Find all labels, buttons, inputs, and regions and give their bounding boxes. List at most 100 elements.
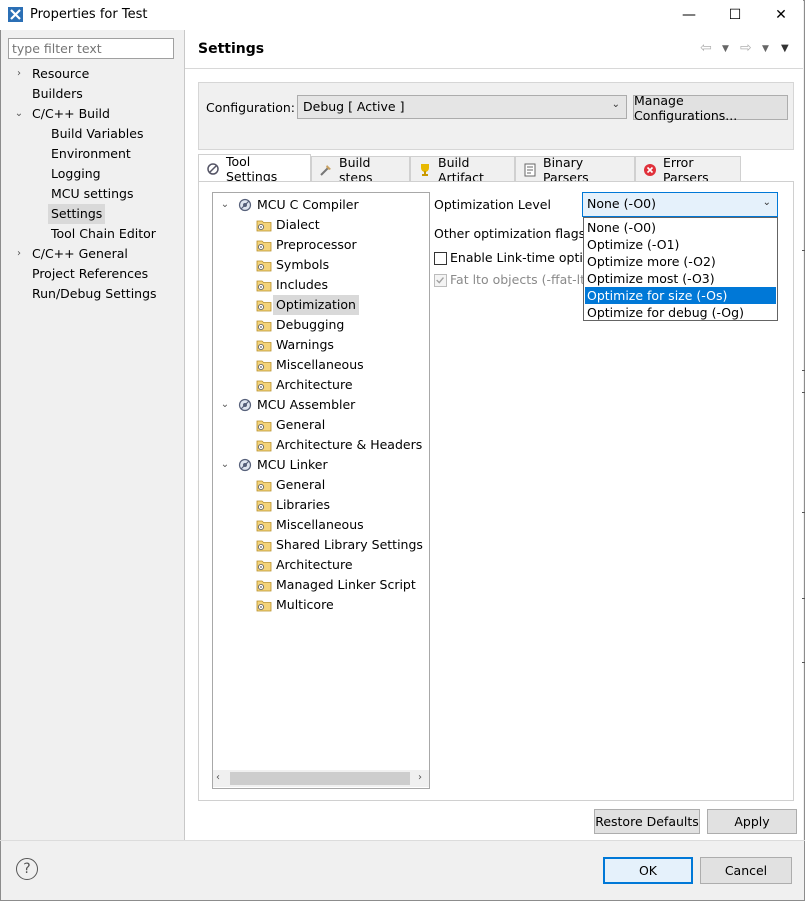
close-button[interactable]: ✕ [759, 0, 803, 30]
chevron-down-icon[interactable]: ⌄ [14, 104, 24, 124]
nav-item[interactable]: › C/C++ General [0, 244, 184, 264]
nav-item[interactable]: Settings [0, 204, 184, 224]
trophy-icon [417, 162, 433, 178]
dropdown-option[interactable]: Optimize most (-O3) [585, 270, 776, 287]
folder-settings-icon [256, 417, 272, 433]
tool-tree-item[interactable]: ⌄ MCU Linker [213, 455, 429, 475]
nav-item-label: Environment [51, 146, 131, 161]
manage-configurations-button[interactable]: Manage Configurations... [633, 93, 788, 123]
tool-tree-item[interactable]: Miscellaneous [213, 515, 429, 535]
tool-tree-label: Miscellaneous [276, 517, 364, 532]
ok-button[interactable]: OK [603, 857, 693, 884]
tool-tree-label: Architecture [276, 377, 353, 392]
dropdown-option[interactable]: Optimize for debug (-Og) [585, 304, 776, 321]
scroll-right-icon[interactable]: › [418, 772, 422, 783]
chevron-right-icon[interactable]: › [14, 64, 24, 84]
folder-settings-icon [256, 337, 272, 353]
nav-item[interactable]: MCU settings [0, 184, 184, 204]
tool-tree-item[interactable]: Architecture & Headers [213, 435, 429, 455]
tool-tree-item[interactable]: General [213, 475, 429, 495]
forward-arrow-icon[interactable]: ⇨ [740, 40, 752, 56]
nav-item[interactable]: Tool Chain Editor [0, 224, 184, 244]
tool-tree-label: MCU Assembler [257, 397, 356, 412]
back-menu-icon[interactable]: ▼ [722, 44, 729, 54]
scrollbar-thumb[interactable] [230, 772, 410, 785]
tool-tree-item[interactable]: Warnings [213, 335, 429, 355]
tool-tree-item[interactable]: General [213, 415, 429, 435]
view-menu-icon[interactable]: ▼ [781, 43, 789, 54]
chevron-down-icon[interactable]: ⌄ [220, 455, 230, 475]
tool-tree-item[interactable]: Miscellaneous [213, 355, 429, 375]
cancel-button[interactable]: Cancel [700, 857, 792, 884]
lto-label: Enable Link-time optim [450, 250, 583, 265]
tool-tree-item[interactable]: Includes [213, 275, 429, 295]
tool-tree-item[interactable]: Multicore [213, 595, 429, 615]
scroll-left-icon[interactable]: ‹ [216, 772, 220, 783]
nav-item-label: MCU settings [51, 186, 134, 201]
nav-item[interactable]: ⌄ C/C++ Build [0, 104, 184, 124]
optimization-level-dropdown: None (-O0) Optimize (-O1) Optimize more (-… [583, 217, 778, 321]
nav-item-label: C/C++ Build [32, 106, 110, 121]
tool-tree-item[interactable]: Dialect [213, 215, 429, 235]
help-icon[interactable]: ? [16, 858, 38, 880]
tool-tree-item[interactable]: Libraries [213, 495, 429, 515]
maximize-button[interactable]: ☐ [713, 0, 757, 30]
nav-item[interactable]: Run/Debug Settings [0, 284, 184, 304]
optimization-level-select[interactable]: None (-O0) ⌄ [582, 192, 778, 217]
maximize-icon: ☐ [728, 7, 742, 23]
tool-tree-item[interactable]: Preprocessor [213, 235, 429, 255]
dropdown-option[interactable]: Optimize more (-O2) [585, 253, 776, 270]
folder-settings-icon [256, 597, 272, 613]
dropdown-option[interactable]: Optimize for size (-Os) [585, 287, 776, 304]
nav-item[interactable]: Builders [0, 84, 184, 104]
optimization-level-value: None (-O0) [587, 196, 656, 211]
configuration-select[interactable]: Debug [ Active ] ⌄ [297, 95, 627, 119]
lto-checkbox[interactable] [434, 252, 447, 265]
tool-tree-item[interactable]: Managed Linker Script [213, 575, 429, 595]
folder-settings-icon [256, 517, 272, 533]
tool-settings-tree[interactable]: ⌄ MCU C Compiler Dialect Preprocessor Symbol… [212, 192, 430, 789]
dropdown-option[interactable]: None (-O0) [585, 219, 776, 236]
nav-item[interactable]: Project References [0, 264, 184, 284]
folder-settings-icon [256, 497, 272, 513]
tool-tree-label: Symbols [276, 257, 330, 272]
build-steps-icon [318, 162, 334, 178]
apply-button[interactable]: Apply [707, 809, 797, 834]
nav-item[interactable]: › Resource [0, 64, 184, 84]
tool-tree-item[interactable]: ⌄ MCU Assembler [213, 395, 429, 415]
tool-tree-item[interactable]: Symbols [213, 255, 429, 275]
tool-tree-item[interactable]: Optimization [213, 295, 429, 315]
tool-tree-item[interactable]: Shared Library Settings [213, 535, 429, 555]
dropdown-option[interactable]: Optimize (-O1) [585, 236, 776, 253]
fat-lto-checkbox[interactable] [434, 274, 447, 287]
tool-tree-label: MCU Linker [257, 457, 328, 472]
back-arrow-icon[interactable]: ⇦ [700, 40, 712, 56]
tool-tree-item[interactable]: Debugging [213, 315, 429, 335]
tab-binary-parsers[interactable]: Binary Parsers [515, 155, 635, 185]
minimize-button[interactable]: — [667, 0, 711, 30]
tab-build-steps[interactable]: Build steps [311, 154, 410, 185]
footer-separator [0, 840, 805, 841]
tool-tree-item[interactable]: Architecture [213, 555, 429, 575]
tab-bar: Tool Settings Build steps Build Artifact Bi… [198, 154, 794, 185]
chevron-right-icon[interactable]: › [14, 244, 24, 264]
tool-tree-item[interactable]: Architecture [213, 375, 429, 395]
tab-error-parsers[interactable]: Error Parsers [635, 155, 741, 185]
tab-build-artifact[interactable]: Build Artifact [410, 154, 515, 185]
tool-tree-item[interactable]: ⌄ MCU C Compiler [213, 195, 429, 215]
tab-tool-settings[interactable]: Tool Settings [198, 154, 311, 184]
error-icon [642, 162, 658, 178]
tab-label: Build Artifact [438, 154, 484, 185]
nav-item[interactable]: Build Variables [0, 124, 184, 144]
restore-defaults-button[interactable]: Restore Defaults [594, 809, 700, 834]
chevron-down-icon[interactable]: ⌄ [220, 195, 230, 215]
chevron-down-icon[interactable]: ⌄ [220, 395, 230, 415]
gear-tool-icon [237, 197, 253, 213]
tool-tree-label: General [276, 477, 326, 492]
nav-item[interactable]: Environment [0, 144, 184, 164]
tab-label: Build steps [339, 154, 373, 185]
nav-item[interactable]: Logging [0, 164, 184, 184]
filter-input[interactable] [8, 38, 174, 59]
tool-tree-label: Managed Linker Script [276, 577, 416, 592]
forward-menu-icon[interactable]: ▼ [762, 44, 769, 54]
